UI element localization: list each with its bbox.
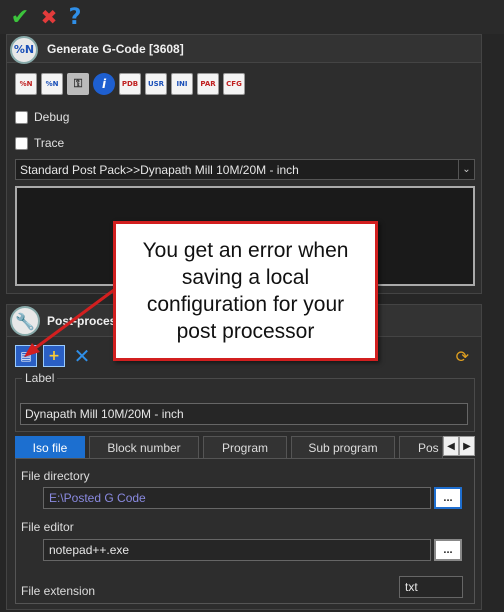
tab-scroll-left-icon[interactable]: ◀ <box>443 436 459 456</box>
debug-row: Debug <box>15 110 69 124</box>
save-icon[interactable]: ▤ <box>15 345 37 367</box>
generate-nc-icon[interactable]: %N <box>15 73 37 95</box>
debug-label: Debug <box>34 110 70 124</box>
cfg-file-icon[interactable]: CFG <box>223 73 245 95</box>
browse-directory-button[interactable]: ... <box>434 487 462 509</box>
trace-checkbox[interactable] <box>15 136 28 150</box>
delete-icon[interactable]: ✕ <box>71 344 93 368</box>
key-icon[interactable]: ⚿ <box>67 73 89 95</box>
trace-row: Trace <box>15 136 64 150</box>
ini-file-icon[interactable]: INI <box>171 73 193 95</box>
file-extension-label: File extension <box>21 584 96 598</box>
label-group: Label Dynapath Mill 10M/20M - inch <box>15 371 475 432</box>
usr-file-icon[interactable]: USR <box>145 73 167 95</box>
ok-check-icon[interactable]: ✔ <box>8 4 32 30</box>
generate-gcode-title: Generate G-Code [3608] <box>47 42 184 56</box>
tab-iso-file[interactable]: Iso file <box>15 436 85 458</box>
preview-nc-icon[interactable]: %N <box>41 73 63 95</box>
browse-editor-button[interactable]: ... <box>434 539 462 561</box>
post-processor-title: Post-process <box>47 314 124 328</box>
file-editor-label: File editor <box>21 520 74 534</box>
debug-checkbox[interactable] <box>15 110 28 124</box>
tab-pos[interactable]: Pos <box>399 436 443 458</box>
info-icon[interactable]: i <box>93 73 115 95</box>
generate-gcode-header[interactable]: %N Generate G-Code [3608] <box>7 35 481 64</box>
post-processor-toolbar: ▤ + ✕ <box>15 344 93 368</box>
post-select-value: Standard Post Pack>>Dynapath Mill 10M/20… <box>20 162 299 177</box>
top-toolbar: ✔ ✖ ? <box>0 0 504 34</box>
file-editor-input[interactable]: notepad++.exe <box>43 539 431 561</box>
file-extension-input[interactable]: txt <box>399 576 463 598</box>
callout-text: You get an error when saving a local con… <box>142 239 349 343</box>
sync-icon[interactable]: ⟳ <box>456 347 469 366</box>
pdb-file-icon[interactable]: PDB <box>119 73 141 95</box>
par-file-icon[interactable]: PAR <box>197 73 219 95</box>
error-callout: You get an error when saving a local con… <box>113 221 378 361</box>
generate-toolbar: %N %N ⚿ i PDB USR INI PAR CFG <box>15 73 245 99</box>
gcode-panel-icon: %N <box>10 36 38 64</box>
post-processor-tabs: Iso file Block number Program Sub progra… <box>15 436 475 458</box>
tab-sub-program[interactable]: Sub program <box>291 436 395 458</box>
post-processor-select[interactable]: Standard Post Pack>>Dynapath Mill 10M/20… <box>15 159 475 180</box>
save-new-icon[interactable]: + <box>43 345 65 367</box>
file-directory-input[interactable]: E:\Posted G Code <box>43 487 431 509</box>
tab-program[interactable]: Program <box>203 436 287 458</box>
label-input[interactable]: Dynapath Mill 10M/20M - inch <box>20 403 468 425</box>
trace-label: Trace <box>34 136 65 150</box>
tab-scroll-right-icon[interactable]: ▶ <box>459 436 475 456</box>
wrench-icon: 🔧 <box>10 306 40 336</box>
chevron-down-icon[interactable]: ⌄ <box>458 160 474 179</box>
help-icon[interactable]: ? <box>63 4 87 30</box>
iso-file-tab-content: File directory E:\Posted G Code ... File… <box>15 458 475 604</box>
tab-block-number[interactable]: Block number <box>89 436 199 458</box>
label-group-title: Label <box>22 371 58 385</box>
file-directory-label: File directory <box>21 469 90 483</box>
cancel-x-icon[interactable]: ✖ <box>37 4 61 30</box>
